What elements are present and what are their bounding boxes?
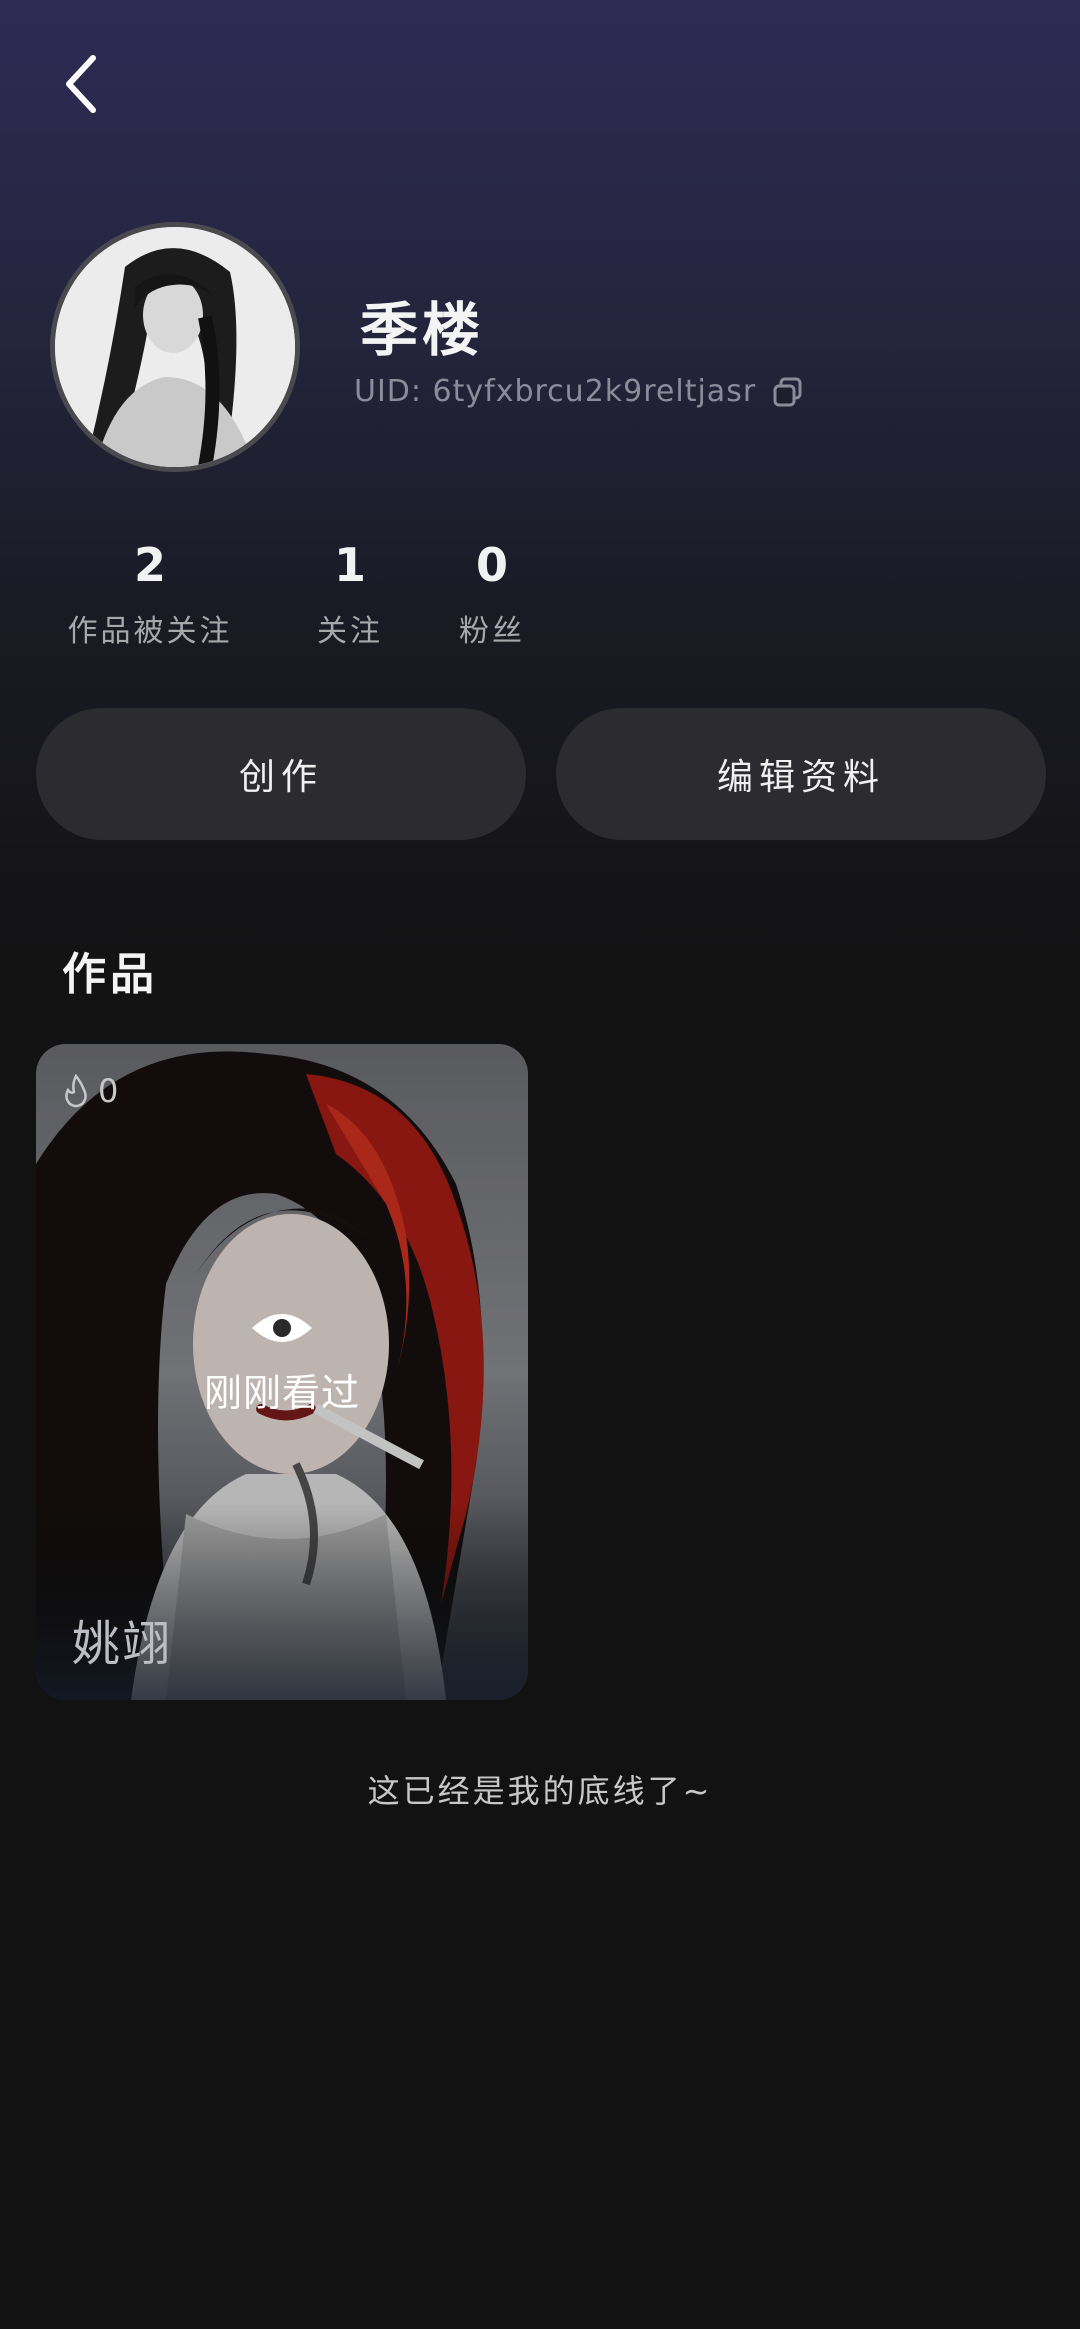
- stat-following[interactable]: 1 关注: [300, 530, 400, 650]
- avatar-image: [55, 227, 295, 467]
- work-card[interactable]: 0 刚刚看过 姚翊: [36, 1044, 528, 1700]
- recently-viewed-overlay: 刚刚看过: [36, 1306, 528, 1417]
- header-background: [0, 0, 1080, 1000]
- work-name: 姚翊: [72, 1616, 173, 1672]
- stat-followers[interactable]: 0 粉丝: [442, 530, 542, 650]
- works-section-title: 作品: [62, 949, 158, 1000]
- back-button[interactable]: [46, 44, 116, 124]
- eye-icon: [252, 1314, 312, 1342]
- create-button[interactable]: 创作: [36, 708, 526, 840]
- flame-icon: [65, 1074, 87, 1108]
- stat-label: 粉丝: [459, 614, 525, 649]
- stat-label: 作品被关注: [67, 614, 233, 649]
- recently-viewed-text: 刚刚看过: [203, 1371, 360, 1415]
- uid-row: UID: 6tyfxbrcu2k9reltjasr: [354, 374, 804, 409]
- stat-label: 关注: [317, 614, 383, 649]
- nickname: 季楼: [360, 296, 485, 364]
- end-of-list-text: 这已经是我的底线了~: [367, 1772, 713, 1810]
- stat-value: 1: [333, 538, 366, 592]
- chevron-left-icon: [66, 55, 96, 113]
- avatar[interactable]: [50, 222, 300, 472]
- stat-value: 2: [133, 538, 166, 592]
- stat-value: 0: [475, 538, 508, 592]
- uid-text: UID: 6tyfxbrcu2k9reltjasr: [354, 374, 757, 409]
- work-likes: 0: [62, 1072, 118, 1110]
- likes-count: 0: [98, 1072, 119, 1110]
- copy-icon[interactable]: [772, 376, 804, 408]
- stat-works-followed[interactable]: 2 作品被关注: [60, 530, 240, 650]
- edit-profile-button[interactable]: 编辑资料: [556, 708, 1046, 840]
